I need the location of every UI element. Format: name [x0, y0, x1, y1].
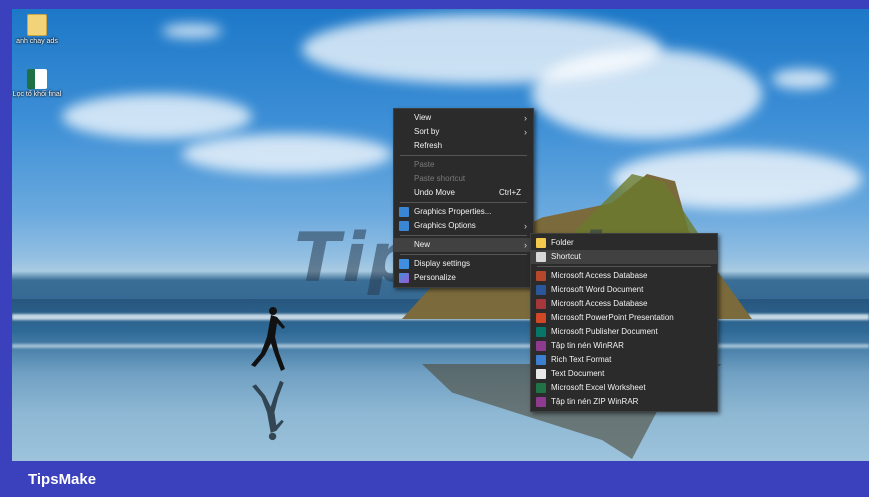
submenu-item-winrar-zip[interactable]: Tập tin nén ZIP WinRAR: [531, 395, 717, 409]
submenu-item-word-document[interactable]: Microsoft Word Document: [531, 283, 717, 297]
menu-item-label: Paste shortcut: [414, 174, 466, 183]
winrar-icon: [536, 341, 546, 351]
publisher-icon: [536, 327, 546, 337]
winrar-zip-icon: [536, 397, 546, 407]
menu-item-paste[interactable]: Paste: [394, 158, 533, 172]
menu-item-personalize[interactable]: Personalize: [394, 271, 533, 285]
menu-item-label: Undo Move: [414, 188, 455, 197]
cloud: [532, 49, 762, 139]
menu-item-paste-shortcut[interactable]: Paste shortcut: [394, 172, 533, 186]
access-icon: [536, 271, 546, 281]
submenu-item-label: Microsoft Publisher Document: [551, 327, 658, 336]
submenu-item-label: Tập tin nén ZIP WinRAR: [551, 397, 639, 406]
menu-item-label: View: [414, 113, 432, 122]
wave: [12, 344, 869, 348]
submenu-item-label: Microsoft Access Database: [551, 271, 648, 280]
menu-item-label: Display settings: [414, 259, 471, 268]
chevron-right-icon: ›: [524, 221, 527, 231]
cloud: [162, 24, 222, 38]
submenu-item-access-database-2[interactable]: Microsoft Access Database: [531, 297, 717, 311]
runner-silhouette: [251, 307, 285, 371]
display-icon: [399, 259, 409, 269]
submenu-item-label: Rich Text Format: [551, 355, 612, 364]
runner-reflection: [252, 380, 284, 441]
menu-item-label: Paste: [414, 160, 435, 169]
submenu-item-label: Folder: [551, 238, 574, 247]
submenu-item-label: Microsoft PowerPoint Presentation: [551, 313, 674, 322]
chevron-right-icon: ›: [524, 113, 527, 123]
menu-separator: [400, 254, 527, 255]
new-submenu: Folder Shortcut Microsoft Access Databas…: [530, 233, 718, 412]
submenu-item-shortcut[interactable]: Shortcut: [531, 250, 717, 264]
submenu-item-label: Microsoft Word Document: [551, 285, 644, 294]
menu-item-label: Graphics Properties...: [414, 207, 492, 216]
footer-bar: [0, 461, 869, 497]
desktop-icon-anh-chay-ads[interactable]: anh chay ads: [12, 14, 62, 46]
chevron-right-icon: ›: [524, 127, 527, 137]
menu-item-refresh[interactable]: Refresh: [394, 139, 533, 153]
shortcut-key: Ctrl+Z: [499, 188, 521, 197]
submenu-item-publisher[interactable]: Microsoft Publisher Document: [531, 325, 717, 339]
menu-item-new[interactable]: New ›: [394, 238, 533, 252]
desktop-context-menu: View › Sort by › Refresh Paste Paste sho…: [393, 108, 534, 288]
menu-item-label: Sort by: [414, 127, 440, 136]
submenu-item-rich-text[interactable]: Rich Text Format: [531, 353, 717, 367]
desktop-icon-loc-to-khoi[interactable]: Lọc tổ khối final: [12, 69, 62, 99]
powerpoint-icon: [536, 313, 546, 323]
intel-graphics-icon: [399, 221, 409, 231]
submenu-item-label: Microsoft Excel Worksheet: [551, 383, 646, 392]
chevron-right-icon: ›: [524, 240, 527, 250]
submenu-item-label: Shortcut: [551, 252, 581, 261]
menu-item-sort-by[interactable]: Sort by ›: [394, 125, 533, 139]
submenu-item-powerpoint[interactable]: Microsoft PowerPoint Presentation: [531, 311, 717, 325]
excel-file-icon: [27, 69, 47, 89]
submenu-item-winrar[interactable]: Tập tin nén WinRAR: [531, 339, 717, 353]
word-icon: [536, 285, 546, 295]
submenu-item-excel[interactable]: Microsoft Excel Worksheet: [531, 381, 717, 395]
submenu-item-access-database[interactable]: Microsoft Access Database: [531, 269, 717, 283]
desktop-icon-label: anh chay ads: [16, 38, 58, 45]
submenu-item-label: Tập tin nén WinRAR: [551, 341, 624, 350]
menu-item-graphics-options[interactable]: Graphics Options ›: [394, 219, 533, 233]
cloud: [182, 134, 392, 174]
menu-item-label: New: [414, 240, 431, 249]
wordpad-icon: [536, 355, 546, 365]
menu-separator: [400, 202, 527, 203]
menu-separator: [400, 155, 527, 156]
text-file-icon: [27, 14, 47, 36]
excel-icon: [536, 383, 546, 393]
menu-item-view[interactable]: View ›: [394, 111, 533, 125]
desktop-icon-label: Lọc tổ khối final: [12, 91, 62, 98]
menu-item-undo-move[interactable]: Undo Move Ctrl+Z: [394, 186, 533, 200]
shortcut-icon: [536, 252, 546, 262]
menu-item-label: Graphics Options: [414, 221, 476, 230]
folder-icon: [536, 238, 546, 248]
menu-item-graphics-properties[interactable]: Graphics Properties...: [394, 205, 533, 219]
menu-item-label: Refresh: [414, 141, 443, 150]
submenu-item-text-document[interactable]: Text Document: [531, 367, 717, 381]
menu-separator: [537, 266, 711, 267]
cloud: [62, 94, 252, 139]
intel-graphics-icon: [399, 207, 409, 217]
access-icon: [536, 299, 546, 309]
menu-item-label: Personalize: [414, 273, 456, 282]
submenu-item-label: Text Document: [551, 369, 605, 378]
menu-item-display-settings[interactable]: Display settings: [394, 257, 533, 271]
submenu-item-folder[interactable]: Folder: [531, 236, 717, 250]
personalize-icon: [399, 273, 409, 283]
menu-separator: [400, 235, 527, 236]
submenu-item-label: Microsoft Access Database: [551, 299, 648, 308]
text-document-icon: [536, 369, 546, 379]
brand-logo: TipsMake: [28, 471, 97, 488]
cloud: [772, 69, 832, 89]
